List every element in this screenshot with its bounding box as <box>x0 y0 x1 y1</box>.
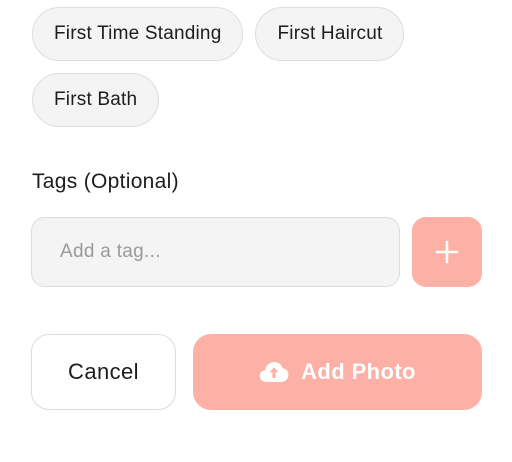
tag-input[interactable] <box>31 217 400 287</box>
cloud-upload-icon <box>259 361 289 383</box>
add-tag-button[interactable] <box>412 217 482 287</box>
milestone-chip-first-haircut[interactable]: First Haircut <box>255 7 405 61</box>
chip-label: First Time Standing <box>54 23 222 44</box>
add-photo-label: Add Photo <box>301 359 416 384</box>
chip-label: First Bath <box>54 89 138 110</box>
plus-icon <box>435 240 459 264</box>
add-photo-button[interactable]: Add Photo <box>193 334 482 410</box>
milestone-chip-list: First Time Standing First Haircut First … <box>32 7 492 127</box>
chip-label: First Haircut <box>277 23 383 44</box>
tags-label: Tags (Optional) <box>32 170 179 193</box>
milestone-chip-first-time-standing[interactable]: First Time Standing <box>32 7 244 61</box>
cancel-button[interactable]: Cancel <box>31 334 176 410</box>
milestone-chip-first-bath[interactable]: First Bath <box>32 73 160 127</box>
